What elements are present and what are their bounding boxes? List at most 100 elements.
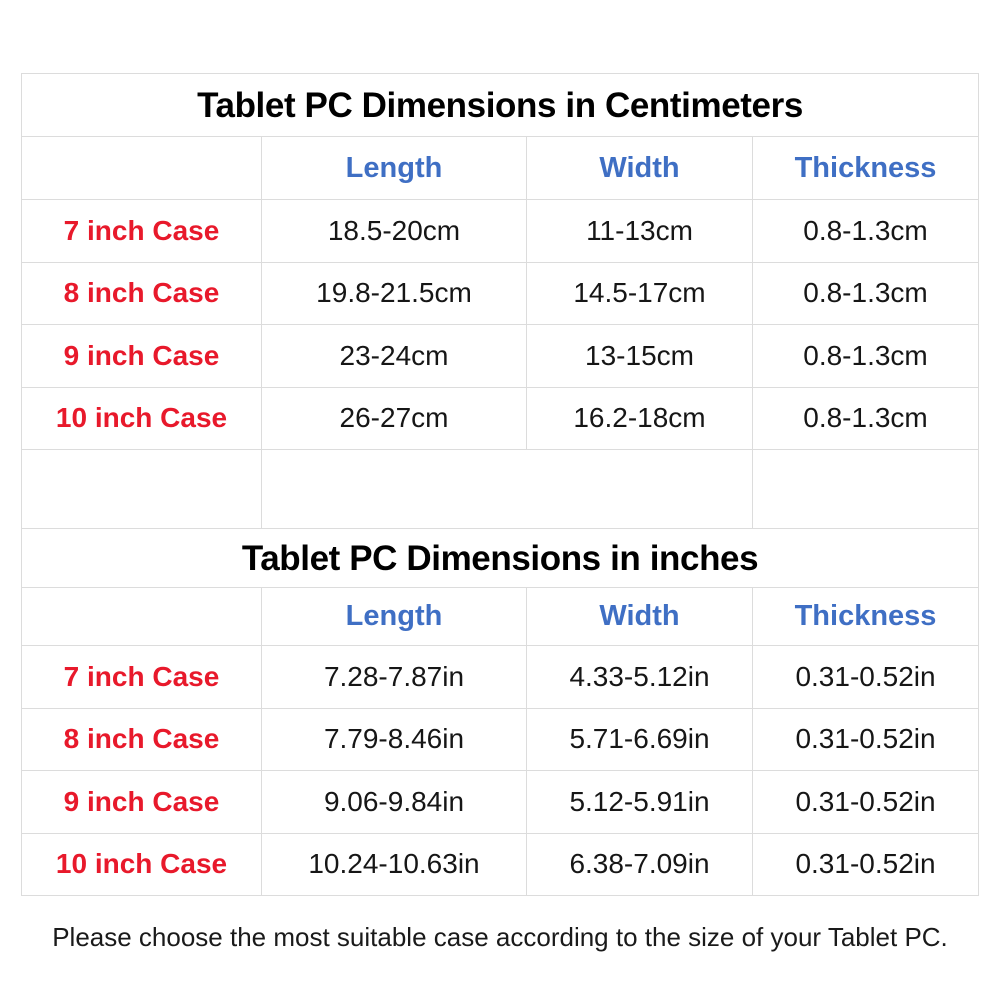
cm-row3-thickness: 0.8-1.3cm bbox=[751, 386, 980, 450]
cm-row0-case-label: 7 inch Case bbox=[63, 214, 220, 246]
cm-row0-length: 18.5-20cm bbox=[261, 199, 527, 263]
in-row1-length-value: 7.79-8.46in bbox=[323, 723, 465, 755]
in-header-thickness: Thickness bbox=[751, 587, 980, 646]
in-table-title: Tablet PC Dimensions in inches bbox=[241, 538, 759, 578]
cm-row0-width-value: 11-13cm bbox=[586, 214, 693, 246]
cm-row3-length: 26-27cm bbox=[261, 386, 527, 450]
in-row1-thickness-value: 0.31-0.52in bbox=[795, 723, 936, 755]
in-header-length: Length bbox=[261, 587, 527, 646]
in-row1-case: 8 inch Case bbox=[21, 707, 262, 771]
in-header-length-label: Length bbox=[345, 600, 443, 632]
cm-header-length: Length bbox=[261, 136, 527, 200]
in-row0-thickness-value: 0.31-0.52in bbox=[795, 660, 936, 692]
in-row3-width: 6.38-7.09in bbox=[526, 832, 753, 896]
in-row2-thickness: 0.31-0.52in bbox=[751, 770, 980, 834]
in-header-blank bbox=[21, 587, 262, 646]
in-table-title-row: Tablet PC Dimensions in inches bbox=[20, 528, 980, 588]
cm-row0-thickness: 0.8-1.3cm bbox=[751, 199, 980, 263]
cm-row1-thickness-value: 0.8-1.3cm bbox=[803, 277, 928, 309]
cm-table-header-row: Length Width Thickness bbox=[21, 136, 980, 200]
table-row: 9 inch Case 23-24cm 13-15cm 0.8-1.3cm bbox=[21, 324, 980, 388]
cm-row3-case-label: 10 inch Case bbox=[55, 402, 228, 434]
cm-row1-width: 14.5-17cm bbox=[526, 261, 753, 325]
table-row: 8 inch Case 7.79-8.46in 5.71-6.69in 0.31… bbox=[21, 707, 980, 771]
in-row3-thickness-value: 0.31-0.52in bbox=[795, 848, 936, 880]
cm-header-blank bbox=[21, 136, 262, 200]
cm-table-title-cell: Tablet PC Dimensions in Centimeters bbox=[20, 73, 980, 137]
footer-note: Please choose the most suitable case acc… bbox=[52, 922, 948, 952]
in-row3-length-value: 10.24-10.63in bbox=[308, 848, 480, 880]
table-row: 9 inch Case 9.06-9.84in 5.12-5.91in 0.31… bbox=[21, 770, 980, 834]
cm-row1-length-value: 19.8-21.5cm bbox=[316, 277, 472, 309]
spacer-cell-right bbox=[751, 449, 980, 529]
in-row2-length: 9.06-9.84in bbox=[261, 770, 527, 834]
cm-header-length-label: Length bbox=[345, 151, 443, 184]
in-row0-length: 7.28-7.87in bbox=[261, 645, 527, 709]
cm-header-width-label: Width bbox=[599, 151, 680, 184]
in-row1-width: 5.71-6.69in bbox=[526, 707, 753, 771]
table-row: 7 inch Case 18.5-20cm 11-13cm 0.8-1.3cm bbox=[21, 199, 980, 263]
in-row0-width: 4.33-5.12in bbox=[526, 645, 753, 709]
cm-row0-thickness-value: 0.8-1.3cm bbox=[803, 214, 928, 246]
cm-row2-width-value: 13-15cm bbox=[585, 339, 694, 371]
cm-header-thickness: Thickness bbox=[751, 136, 980, 200]
in-row2-width-value: 5.12-5.91in bbox=[569, 785, 710, 817]
tablet-size-chart-table: Tablet PC Dimensions in Centimeters Leng… bbox=[20, 73, 980, 896]
in-row0-length-value: 7.28-7.87in bbox=[323, 660, 465, 692]
in-row0-case-label: 7 inch Case bbox=[63, 660, 220, 692]
in-header-thickness-label: Thickness bbox=[794, 600, 937, 632]
in-row2-thickness-value: 0.31-0.52in bbox=[795, 785, 936, 817]
table-row: 8 inch Case 19.8-21.5cm 14.5-17cm 0.8-1.… bbox=[21, 261, 980, 325]
cm-row2-length-value: 23-24cm bbox=[339, 339, 449, 371]
in-row1-case-label: 8 inch Case bbox=[63, 723, 220, 755]
in-row1-width-value: 5.71-6.69in bbox=[569, 723, 710, 755]
cm-row1-case: 8 inch Case bbox=[21, 261, 262, 325]
cm-row2-length: 23-24cm bbox=[261, 324, 527, 388]
in-table-title-cell: Tablet PC Dimensions in inches bbox=[20, 528, 980, 588]
cm-row0-length-value: 18.5-20cm bbox=[327, 214, 461, 246]
cm-row3-thickness-value: 0.8-1.3cm bbox=[803, 402, 928, 434]
spacer-cell-left bbox=[21, 449, 262, 529]
spacer-cell-mid-2 bbox=[526, 449, 753, 529]
in-row2-length-value: 9.06-9.84in bbox=[323, 785, 465, 817]
cm-row2-case-label: 9 inch Case bbox=[63, 339, 220, 371]
cm-row0-case: 7 inch Case bbox=[21, 199, 262, 263]
in-row0-thickness: 0.31-0.52in bbox=[751, 645, 980, 709]
size-chart-page: Tablet PC Dimensions in Centimeters Leng… bbox=[0, 0, 1000, 1000]
in-row2-width: 5.12-5.91in bbox=[526, 770, 753, 834]
in-row3-width-value: 6.38-7.09in bbox=[569, 848, 710, 880]
cm-table-title: Tablet PC Dimensions in Centimeters bbox=[197, 85, 803, 125]
in-row3-thickness: 0.31-0.52in bbox=[751, 832, 980, 896]
cm-row3-case: 10 inch Case bbox=[21, 386, 262, 450]
cm-row2-thickness: 0.8-1.3cm bbox=[751, 324, 980, 388]
in-table-header-row: Length Width Thickness bbox=[21, 587, 980, 646]
in-header-width: Width bbox=[526, 587, 753, 646]
in-row0-width-value: 4.33-5.12in bbox=[569, 660, 710, 692]
cm-row2-width: 13-15cm bbox=[526, 324, 753, 388]
table-row: 7 inch Case 7.28-7.87in 4.33-5.12in 0.31… bbox=[21, 645, 980, 709]
table-row: 10 inch Case 10.24-10.63in 6.38-7.09in 0… bbox=[21, 832, 980, 896]
in-header-width-label: Width bbox=[599, 600, 680, 632]
table-row: 10 inch Case 26-27cm 16.2-18cm 0.8-1.3cm bbox=[21, 386, 980, 450]
table-spacer-row bbox=[21, 449, 980, 529]
cm-table-title-row: Tablet PC Dimensions in Centimeters bbox=[20, 73, 980, 137]
spacer-cell-mid-1 bbox=[261, 449, 527, 529]
cm-row1-case-label: 8 inch Case bbox=[63, 277, 220, 309]
in-row1-thickness: 0.31-0.52in bbox=[751, 707, 980, 771]
in-row3-case: 10 inch Case bbox=[21, 832, 262, 896]
in-row3-length: 10.24-10.63in bbox=[261, 832, 527, 896]
cm-row3-width: 16.2-18cm bbox=[526, 386, 753, 450]
in-row3-case-label: 10 inch Case bbox=[55, 848, 228, 880]
cm-row1-length: 19.8-21.5cm bbox=[261, 261, 527, 325]
cm-row1-width-value: 14.5-17cm bbox=[573, 277, 706, 309]
in-row2-case: 9 inch Case bbox=[21, 770, 262, 834]
cm-row1-thickness: 0.8-1.3cm bbox=[751, 261, 980, 325]
cm-row2-case: 9 inch Case bbox=[21, 324, 262, 388]
cm-row3-width-value: 16.2-18cm bbox=[573, 402, 706, 434]
in-row2-case-label: 9 inch Case bbox=[63, 785, 220, 817]
cm-header-width: Width bbox=[526, 136, 753, 200]
cm-row0-width: 11-13cm bbox=[526, 199, 753, 263]
cm-row3-length-value: 26-27cm bbox=[339, 402, 449, 434]
in-row0-case: 7 inch Case bbox=[21, 645, 262, 709]
in-row1-length: 7.79-8.46in bbox=[261, 707, 527, 771]
